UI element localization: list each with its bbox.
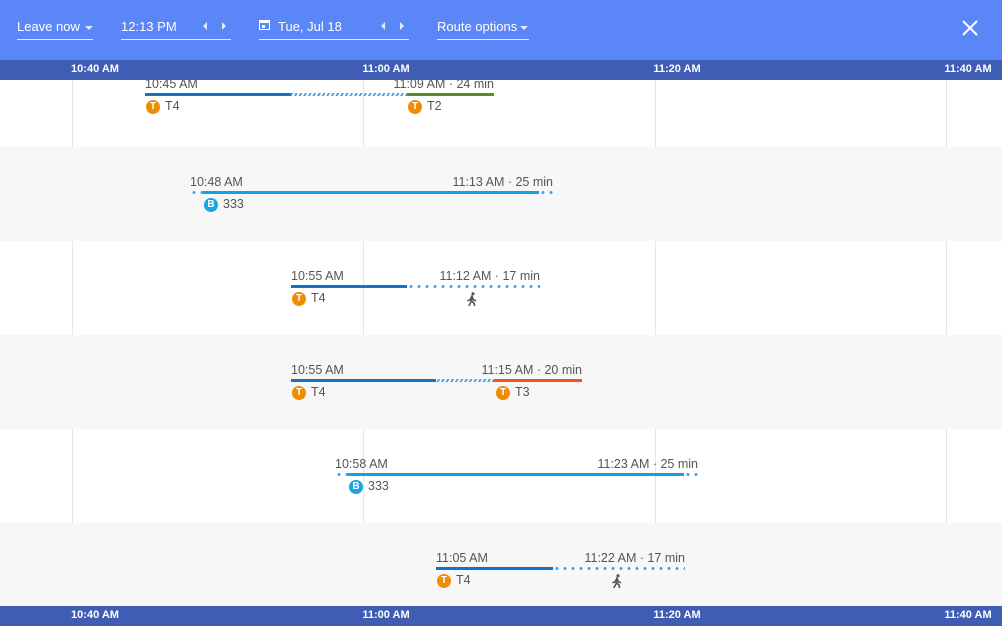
line-name: 333 [368,479,389,493]
arrival-duration: 11:09 AM · 24 min [393,80,494,91]
axis-tick: 10:40 AM [71,63,119,75]
time-value: 12:13 PM [121,19,177,34]
time-axis-top: 10:40 AM 11:00 AM 11:20 AM 11:40 AM [0,60,1002,80]
depart-mode-dropdown[interactable]: Leave now [17,17,93,40]
axis-tick: 11:20 AM [653,63,701,75]
walk-segment [190,191,203,194]
axis-tick: 11:20 AM [653,609,701,621]
route-row[interactable]: 10:58 AM 11:23 AM · 25 min B 333 [0,429,1002,523]
walk-segment [407,285,540,288]
line-name: T2 [427,99,442,113]
tram-segment-t4 [291,379,436,382]
line-name: T3 [515,385,530,399]
route-row[interactable]: 10:55 AM 11:12 AM · 17 min T T4 [0,241,1002,335]
tram-segment-t3 [494,379,582,382]
next-time-arrow-icon[interactable] [222,22,226,30]
axis-tick: 11:00 AM [362,63,410,75]
bus-segment [348,473,684,476]
tram-icon: T [437,574,451,588]
arrival-duration: 11:13 AM · 25 min [452,175,553,189]
tram-segment-t4 [436,567,553,570]
axis-tick: 11:00 AM [362,609,410,621]
tram-segment-t4 [145,93,291,96]
tram-icon: T [292,292,306,306]
walk-segment [539,191,553,194]
depart-mode-label: Leave now [17,19,80,34]
route-row[interactable]: 10:45 AM 11:09 AM · 24 min T T4 T T2 [0,80,1002,143]
tram-icon: T [496,386,510,400]
route-row[interactable]: 10:48 AM 11:13 AM · 25 min B 333 [0,147,1002,241]
arrival-duration: 11:22 AM · 17 min [584,551,685,565]
line-name: T4 [165,99,180,113]
depart-time: 10:48 AM [190,175,243,189]
line-name: T4 [456,573,471,587]
tram-icon: T [146,100,160,114]
chevron-down-icon [85,26,93,30]
route-options-dropdown[interactable]: Route options [437,17,529,40]
prev-date-arrow-icon[interactable] [381,22,385,30]
axis-tick: 11:40 AM [944,609,992,621]
depart-time: 11:05 AM [436,551,488,565]
route-row[interactable]: 10:55 AM 11:15 AM · 20 min T T4 T T3 [0,335,1002,429]
tram-icon: T [408,100,422,114]
time-axis-bottom: 10:40 AM 11:00 AM 11:20 AM 11:40 AM [0,606,1002,626]
line-name: 333 [223,197,244,211]
line-name: T4 [311,385,326,399]
transfer-segment [436,379,494,382]
route-list: 10:45 AM 11:09 AM · 24 min T T4 T T2 10:48 AM 1… [0,80,1002,607]
bus-icon: B [204,198,218,212]
depart-time: 10:58 AM [335,457,388,471]
walk-segment [553,567,685,570]
tram-icon: T [292,386,306,400]
bus-icon: B [349,480,363,494]
route-options-label: Route options [437,19,518,34]
arrival-duration: 11:23 AM · 25 min [597,457,698,471]
toolbar: Leave now 12:13 PM Tue, Jul 18 Route opt… [0,0,1002,60]
axis-tick: 11:40 AM [944,63,992,75]
walk-segment [335,473,348,476]
depart-time: 10:45 AM [145,80,198,91]
axis-tick: 10:40 AM [71,609,119,621]
arrival-duration: 11:12 AM · 17 min [439,269,540,283]
date-value: Tue, Jul 18 [278,19,342,34]
depart-time: 10:55 AM [291,269,344,283]
tram-segment-t4 [291,285,407,288]
walk-segment [684,473,698,476]
arrival-duration: 11:15 AM · 20 min [481,363,582,377]
route-row[interactable]: 11:05 AM 11:22 AM · 17 min T T4 [0,523,1002,607]
calendar-icon [259,20,270,30]
close-icon[interactable] [958,16,982,40]
prev-time-arrow-icon[interactable] [203,22,207,30]
time-picker[interactable]: 12:13 PM [121,17,231,40]
tram-segment-t2 [407,93,494,96]
walking-person-icon [467,292,477,306]
date-picker[interactable]: Tue, Jul 18 [259,17,409,40]
line-name: T4 [311,291,326,305]
walking-person-icon [612,574,622,588]
transfer-segment [291,93,407,96]
depart-time: 10:55 AM [291,363,344,377]
next-date-arrow-icon[interactable] [400,22,404,30]
bus-segment [203,191,539,194]
chevron-down-icon [520,26,528,30]
